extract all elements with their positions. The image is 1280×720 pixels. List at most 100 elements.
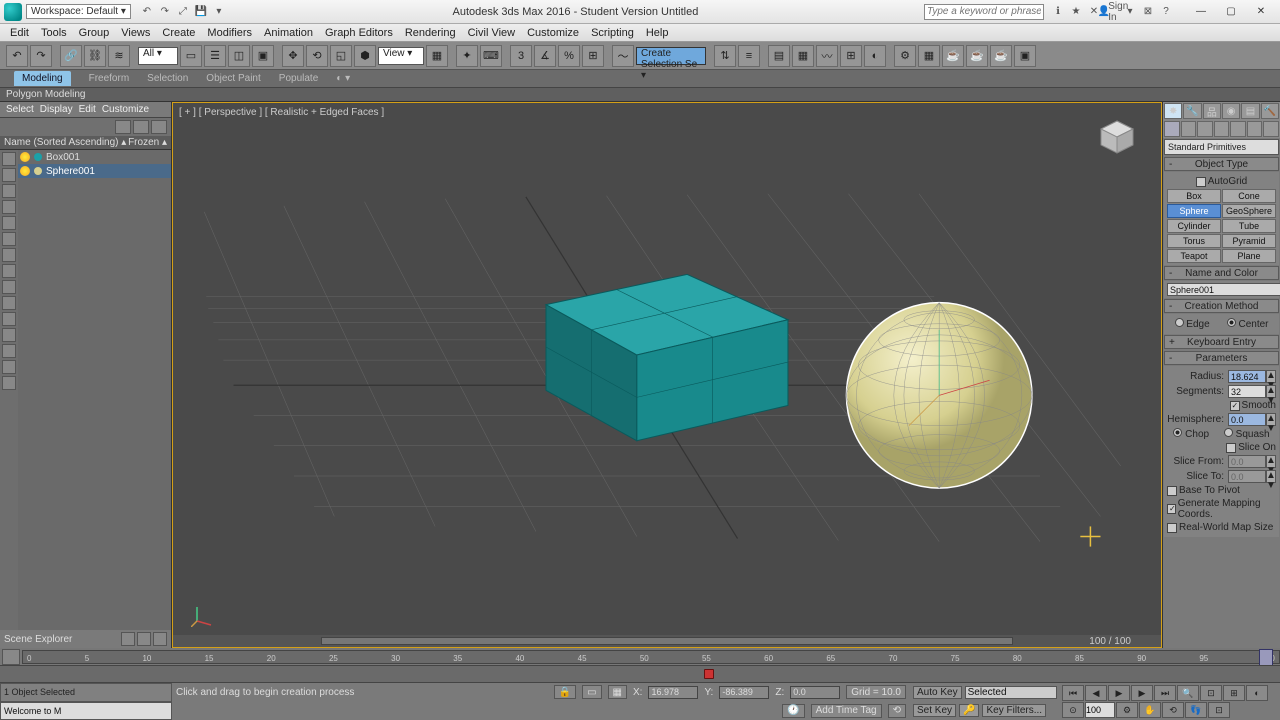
systems-icon[interactable] [1263, 121, 1279, 137]
goto-start-button[interactable]: ⏮ [1062, 685, 1084, 701]
select-button[interactable]: ▭ [180, 45, 202, 67]
primitive-box-button[interactable]: Box [1167, 189, 1221, 203]
time-slider-handle[interactable] [1259, 649, 1273, 667]
geometry-icon[interactable] [1164, 121, 1180, 137]
maxscript-listener[interactable]: Welcome to M [0, 702, 172, 720]
visibility-icon[interactable] [20, 166, 30, 176]
scene-pin-icon[interactable] [133, 120, 149, 134]
smooth-checkbox[interactable] [1230, 401, 1240, 411]
scene-foot-btn1[interactable] [121, 632, 135, 646]
visibility-icon[interactable] [20, 152, 30, 162]
editor-button[interactable]: 〜 [612, 45, 634, 67]
viewport-scrollbar[interactable]: 100 / 100 [173, 635, 1161, 647]
manipulate-button[interactable]: ✦ [456, 45, 478, 67]
menu-create[interactable]: Create [162, 27, 195, 39]
window-crossing-button[interactable]: ▣ [252, 45, 274, 67]
selection-filter-dropdown[interactable]: All ▾ [138, 47, 178, 65]
help-icon[interactable]: ? [1158, 4, 1174, 20]
close-button[interactable]: ✕ [1246, 3, 1276, 21]
timeslider-config-icon[interactable] [2, 649, 20, 665]
category-dropdown[interactable]: Standard Primitives [1164, 139, 1279, 155]
menu-civilview[interactable]: Civil View [468, 27, 515, 39]
goto-end-button[interactable]: ⏭ [1154, 685, 1176, 701]
filter-geom-icon[interactable] [2, 152, 16, 166]
primitive-pyramid-button[interactable]: Pyramid [1222, 234, 1276, 248]
menu-scripting[interactable]: Scripting [591, 27, 634, 39]
refcoord-dropdown[interactable]: View ▾ [378, 47, 424, 65]
render-setup-button[interactable]: ⚙ [894, 45, 916, 67]
lock-icon[interactable]: 🔒 [554, 685, 576, 699]
play-button[interactable]: ▶ [1108, 685, 1130, 701]
menu-grapheditors[interactable]: Graph Editors [325, 27, 393, 39]
nav-pan-button[interactable]: ✋ [1139, 702, 1161, 718]
realworld-checkbox[interactable] [1167, 523, 1177, 533]
scene-item-box001[interactable]: Box001 [18, 150, 171, 164]
nav-orbit-button[interactable]: ⟲ [1162, 702, 1184, 718]
ribbon-freeform[interactable]: Freeform [89, 73, 130, 84]
scene-tab-customize[interactable]: Customize [102, 104, 149, 115]
scene-explorer-button[interactable]: ▦ [792, 45, 814, 67]
primitive-geosphere-button[interactable]: GeoSphere [1222, 204, 1276, 218]
layer-button[interactable]: ▤ [768, 45, 790, 67]
nav-maxtoggle-button[interactable]: ⊡ [1208, 702, 1230, 718]
key-mode-icon[interactable]: ⊙ [1062, 702, 1084, 718]
primitive-plane-button[interactable]: Plane [1222, 249, 1276, 263]
radius-spinner[interactable]: ▲▼ [1266, 370, 1276, 383]
lights-icon[interactable] [1197, 121, 1213, 137]
hierarchy-tab-icon[interactable]: 品 [1203, 103, 1221, 119]
keyboard-shortcut-button[interactable]: ⌨ [480, 45, 502, 67]
radius-input[interactable] [1228, 370, 1266, 383]
rollout-name-color[interactable]: -Name and Color [1164, 266, 1279, 280]
undo-icon[interactable]: ↶ [139, 4, 155, 20]
rollout-parameters[interactable]: -Parameters [1164, 351, 1279, 365]
viewport-perspective[interactable]: [ + ] [ Perspective ] [ Realistic + Edge… [172, 102, 1162, 648]
menu-views[interactable]: Views [121, 27, 150, 39]
named-selection-dropdown[interactable]: Create Selection Se ▾ [636, 47, 706, 65]
star-icon[interactable]: ★ [1068, 4, 1084, 20]
select-region-button[interactable]: ◫ [228, 45, 250, 67]
nav-zoomall-button[interactable]: ⊡ [1200, 685, 1222, 701]
helpers-icon[interactable] [1230, 121, 1246, 137]
sliceon-checkbox[interactable] [1226, 443, 1236, 453]
prev-frame-button[interactable]: ◀ [1085, 685, 1107, 701]
rollout-object-type[interactable]: -Object Type [1164, 157, 1279, 171]
display-tab-icon[interactable]: ▤ [1241, 103, 1259, 119]
modify-tab-icon[interactable]: 🔧 [1183, 103, 1201, 119]
pivot-button[interactable]: ▦ [426, 45, 448, 67]
scale-button[interactable]: ◱ [330, 45, 352, 67]
render-button[interactable]: ☕ [942, 45, 964, 67]
filter-12-icon[interactable] [2, 328, 16, 342]
menu-help[interactable]: Help [646, 27, 669, 39]
create-tab-icon[interactable]: ✸ [1164, 103, 1182, 119]
dropdown-icon[interactable]: ▾ [1122, 4, 1138, 20]
help-search-input[interactable] [924, 4, 1044, 20]
segments-spinner[interactable]: ▲▼ [1266, 385, 1276, 398]
filter-15-icon[interactable] [2, 376, 16, 390]
snap-button[interactable]: 3 [510, 45, 532, 67]
redo-button[interactable]: ↷ [30, 45, 52, 67]
filter-light-icon[interactable] [2, 184, 16, 198]
spacewarps-icon[interactable] [1247, 121, 1263, 137]
scene-close-icon[interactable] [115, 120, 131, 134]
rollout-creation-method[interactable]: -Creation Method [1164, 299, 1279, 313]
scene-tab-edit[interactable]: Edit [79, 104, 96, 115]
track-bar[interactable] [0, 665, 1280, 683]
exchange2-icon[interactable]: ⊠ [1140, 4, 1156, 20]
selection-lock-icon[interactable]: ▦ [608, 685, 627, 699]
scene-lock-icon[interactable] [151, 120, 167, 134]
filter-space-icon[interactable] [2, 232, 16, 246]
workspace-dropdown[interactable]: Workspace: Default ▾ [26, 4, 131, 19]
keyframe-marker[interactable] [704, 669, 714, 679]
keyfilters-button[interactable]: Key Filters... [982, 704, 1046, 717]
add-timetag-button[interactable]: Add Time Tag [811, 704, 882, 718]
squash-radio[interactable] [1224, 428, 1233, 437]
scene-tab-select[interactable]: Select [6, 104, 34, 115]
ribbon-panel[interactable]: Polygon Modeling [0, 88, 1280, 102]
primitive-teapot-button[interactable]: Teapot [1167, 249, 1221, 263]
filter-bone-icon[interactable] [2, 248, 16, 262]
maximize-button[interactable]: ▢ [1216, 3, 1246, 21]
save-icon[interactable]: 💾 [193, 4, 209, 20]
filter-shape-icon[interactable] [2, 168, 16, 182]
ribbon-selection[interactable]: Selection [147, 73, 188, 84]
menu-customize[interactable]: Customize [527, 27, 579, 39]
